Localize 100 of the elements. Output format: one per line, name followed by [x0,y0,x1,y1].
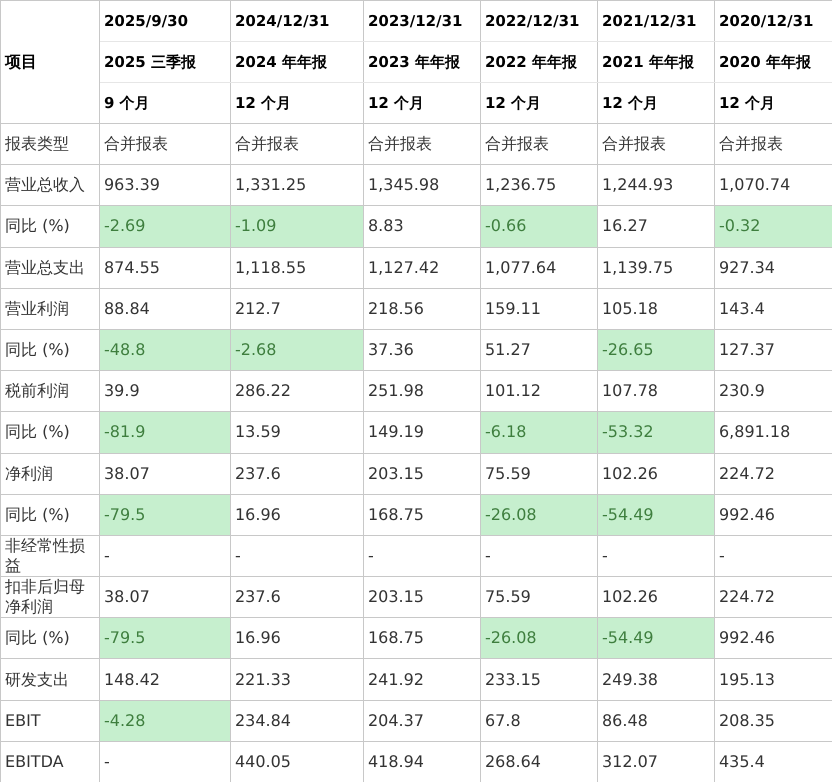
table-cell: -54.49 [598,618,714,659]
row-label: EBIT [0,700,100,742]
header-cell: 2024 年年报 [230,42,364,82]
row-label: 报表类型 [0,124,100,165]
row-label: 扣非后归母净利润 [0,576,100,618]
table-cell: 合并报表 [598,124,714,165]
header-cell: 2025 三季报 [100,42,230,82]
table-cell: 75.59 [480,453,598,494]
table-cell: 237.6 [230,453,364,494]
table-cell: 1,139.75 [598,247,714,288]
table-cell: 168.75 [364,618,480,659]
table-cell: 101.12 [480,370,598,412]
table-cell: 13.59 [230,412,364,453]
table-cell: - [100,535,230,577]
table-cell: 105.18 [598,288,714,330]
header-cell: 2021 年年报 [598,42,714,82]
table-cell: 合并报表 [100,124,230,165]
table-cell: 143.4 [714,288,832,330]
table-cell: 312.07 [598,741,714,782]
header-cell: 2024/12/31 [230,0,364,42]
table-cell: 38.07 [100,576,230,618]
table-cell: 237.6 [230,576,364,618]
table-cell: 874.55 [100,247,230,288]
row-label: 非经常性损益 [0,535,100,577]
table-cell: 203.15 [364,576,480,618]
table-cell: 107.78 [598,370,714,412]
table-cell: 224.72 [714,453,832,494]
table-cell: 418.94 [364,741,480,782]
table-cell: 268.64 [480,741,598,782]
table-cell: 67.8 [480,700,598,742]
table-cell: 286.22 [230,370,364,412]
table-cell: 102.26 [598,576,714,618]
header-cell: 2022 年年报 [480,42,598,82]
table-cell: - [364,535,480,577]
table-cell: 440.05 [230,741,364,782]
table-cell: 168.75 [364,494,480,536]
table-cell: 224.72 [714,576,832,618]
table-cell: -1.09 [230,206,364,248]
table-cell: 1,244.93 [598,164,714,206]
table-cell: 37.36 [364,329,480,371]
table-cell: 148.42 [100,658,230,700]
row-label: 同比 (%) [0,329,100,371]
table-cell: -81.9 [100,412,230,453]
table-cell: 127.37 [714,329,832,371]
table-cell: -53.32 [598,412,714,453]
table-cell: -0.32 [714,206,832,248]
table-cell: -2.68 [230,329,364,371]
table-cell: 212.7 [230,288,364,330]
table-cell: - [100,741,230,782]
table-cell: -79.5 [100,494,230,536]
table-cell: 218.56 [364,288,480,330]
table-cell: 38.07 [100,453,230,494]
header-cell: 2020/12/31 [714,0,832,42]
table-cell: 75.59 [480,576,598,618]
table-cell: 39.9 [100,370,230,412]
table-cell: 241.92 [364,658,480,700]
table-cell: -4.28 [100,700,230,742]
table-cell: -0.66 [480,206,598,248]
table-cell: 992.46 [714,494,832,536]
table-cell: - [598,535,714,577]
table-cell: 1,236.75 [480,164,598,206]
table-cell: 159.11 [480,288,598,330]
header-cell: 2022/12/31 [480,0,598,42]
table-cell: 927.34 [714,247,832,288]
header-cell: 项目 [0,0,100,124]
table-cell: 992.46 [714,618,832,659]
table-cell: 204.37 [364,700,480,742]
table-cell: -26.08 [480,494,598,536]
table-cell: -54.49 [598,494,714,536]
table-cell: 8.83 [364,206,480,248]
table-cell: -2.69 [100,206,230,248]
table-cell: -79.5 [100,618,230,659]
table-cell: 221.33 [230,658,364,700]
table-cell: 16.96 [230,494,364,536]
row-label: 营业总收入 [0,164,100,206]
header-cell: 2021/12/31 [598,0,714,42]
table-cell: -26.08 [480,618,598,659]
table-cell: -6.18 [480,412,598,453]
table-cell: - [230,535,364,577]
table-cell: 249.38 [598,658,714,700]
table-cell: 230.9 [714,370,832,412]
table-cell: 203.15 [364,453,480,494]
table-cell: 233.15 [480,658,598,700]
table-cell: 合并报表 [714,124,832,165]
row-label: 同比 (%) [0,618,100,659]
table-cell: 合并报表 [230,124,364,165]
table-cell: 16.96 [230,618,364,659]
table-cell: 435.4 [714,741,832,782]
table-cell: 51.27 [480,329,598,371]
table-cell: 88.84 [100,288,230,330]
header-cell: 2025/9/30 [100,0,230,42]
table-cell: -48.8 [100,329,230,371]
table-cell: 251.98 [364,370,480,412]
row-label: 营业利润 [0,288,100,330]
table-cell: 16.27 [598,206,714,248]
table-cell: 234.84 [230,700,364,742]
table-cell: 合并报表 [480,124,598,165]
table-cell: 1,345.98 [364,164,480,206]
header-cell: 2023/12/31 [364,0,480,42]
table-cell: 1,077.64 [480,247,598,288]
